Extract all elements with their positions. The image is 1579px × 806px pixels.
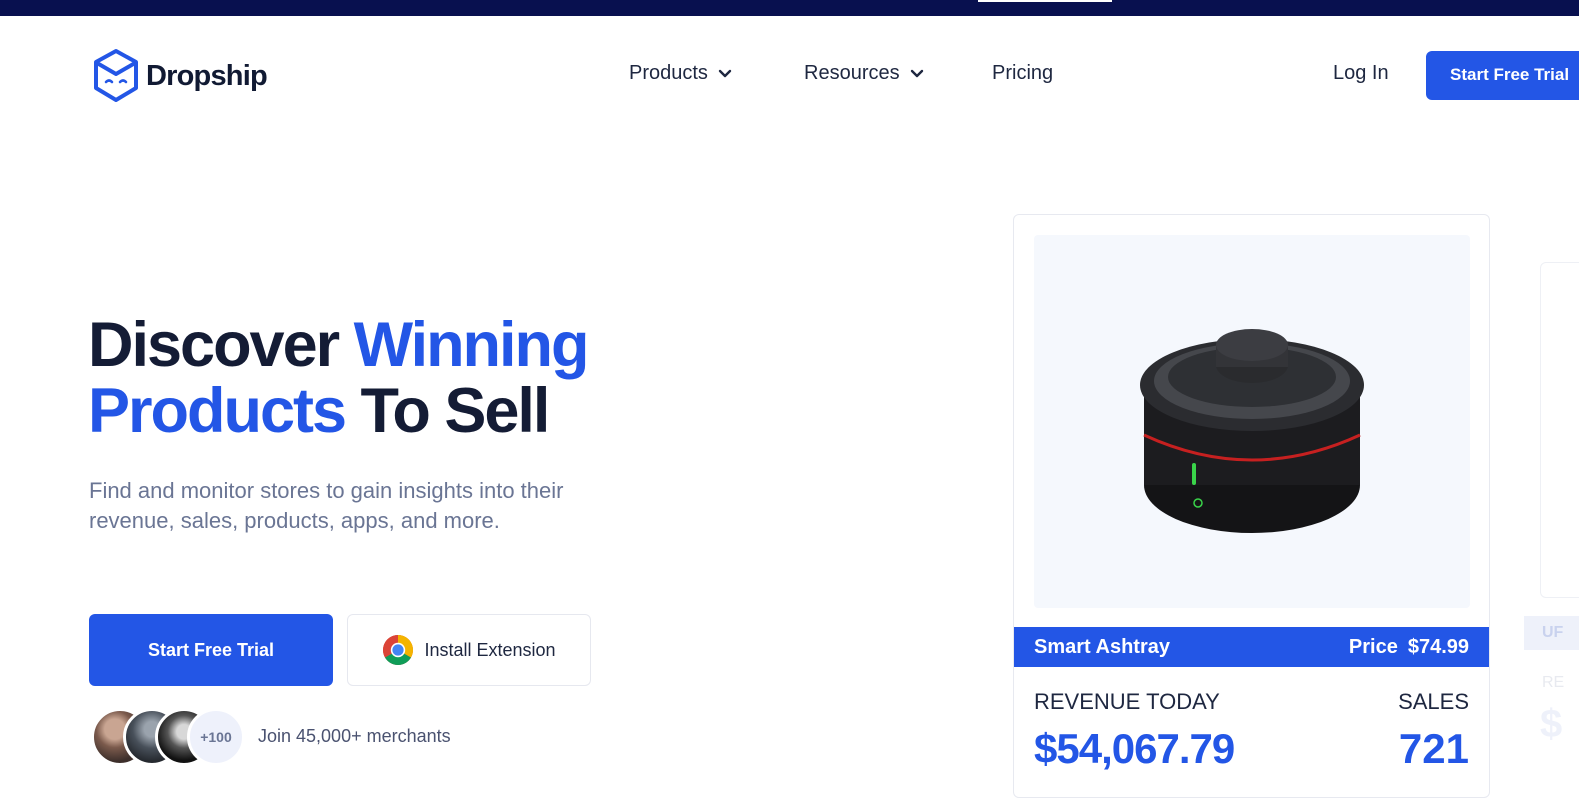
price-label: Price bbox=[1348, 635, 1398, 658]
nav-products[interactable]: Products bbox=[629, 62, 732, 85]
logo[interactable]: Dropship bbox=[92, 48, 268, 104]
next-product-revenue-value: $ bbox=[1540, 702, 1563, 746]
next-product-revenue-label: RE bbox=[1542, 674, 1565, 691]
install-extension-label: Install Extension bbox=[424, 639, 556, 660]
ashtray-illustration bbox=[1140, 329, 1364, 533]
product-card[interactable]: Smart Ashtray Price $74.99 REVENUE TODAY… bbox=[1013, 214, 1490, 798]
nav-resources-label: Resources bbox=[804, 62, 900, 84]
nav-products-label: Products bbox=[629, 62, 708, 84]
product-image bbox=[1034, 235, 1470, 608]
next-product-name-bar: UF bbox=[1524, 616, 1579, 650]
chrome-icon bbox=[383, 635, 414, 666]
dropship-logo-icon bbox=[94, 49, 138, 102]
price-value: $74.99 bbox=[1407, 635, 1469, 658]
avatar-more-count: +100 bbox=[187, 708, 245, 766]
hero-subtitle: Find and monitor stores to gain insights… bbox=[89, 478, 564, 533]
chevron-down-icon bbox=[910, 69, 923, 77]
product-name: Smart Ashtray bbox=[1034, 635, 1170, 658]
merchant-avatars: +100 bbox=[91, 708, 251, 766]
nav-pricing[interactable]: Pricing bbox=[992, 62, 1053, 85]
hero-title: Discover Winning Products To Sell bbox=[88, 310, 590, 446]
install-extension-button[interactable]: Install Extension bbox=[347, 614, 591, 686]
revenue-label: REVENUE TODAY bbox=[1034, 689, 1220, 714]
start-free-trial-button[interactable]: Start Free Trial bbox=[89, 614, 333, 686]
start-free-trial-label: Start Free Trial bbox=[147, 639, 275, 660]
login-link[interactable]: Log In bbox=[1333, 62, 1389, 85]
product-name-bar: Smart Ashtray Price $74.99 bbox=[1014, 627, 1489, 667]
nav-pricing-label: Pricing bbox=[992, 62, 1054, 84]
nav-resources[interactable]: Resources bbox=[804, 62, 924, 85]
merchant-count-text: Join 45,000+ merchants bbox=[258, 726, 451, 746]
top-bar-indicator bbox=[978, 0, 1112, 2]
chevron-down-icon bbox=[718, 69, 732, 77]
sales-label: SALES bbox=[1398, 689, 1469, 714]
top-announcement-bar bbox=[0, 0, 1579, 16]
hero-title-part-1: Discover bbox=[88, 310, 354, 380]
hero-title-part-2: To Sell bbox=[345, 376, 551, 446]
next-product-card[interactable] bbox=[1540, 262, 1579, 598]
revenue-value: $54,067.79 bbox=[1034, 725, 1235, 772]
product-price: Price $74.99 bbox=[1349, 636, 1469, 659]
header-start-trial-button[interactable]: Start Free Trial bbox=[1426, 51, 1579, 100]
logo-text: Dropship bbox=[146, 59, 268, 92]
sales-value: 721 bbox=[1398, 725, 1469, 772]
hero-title-accent-1: Winning bbox=[353, 310, 590, 380]
hero-title-accent-2: Products bbox=[88, 376, 347, 446]
